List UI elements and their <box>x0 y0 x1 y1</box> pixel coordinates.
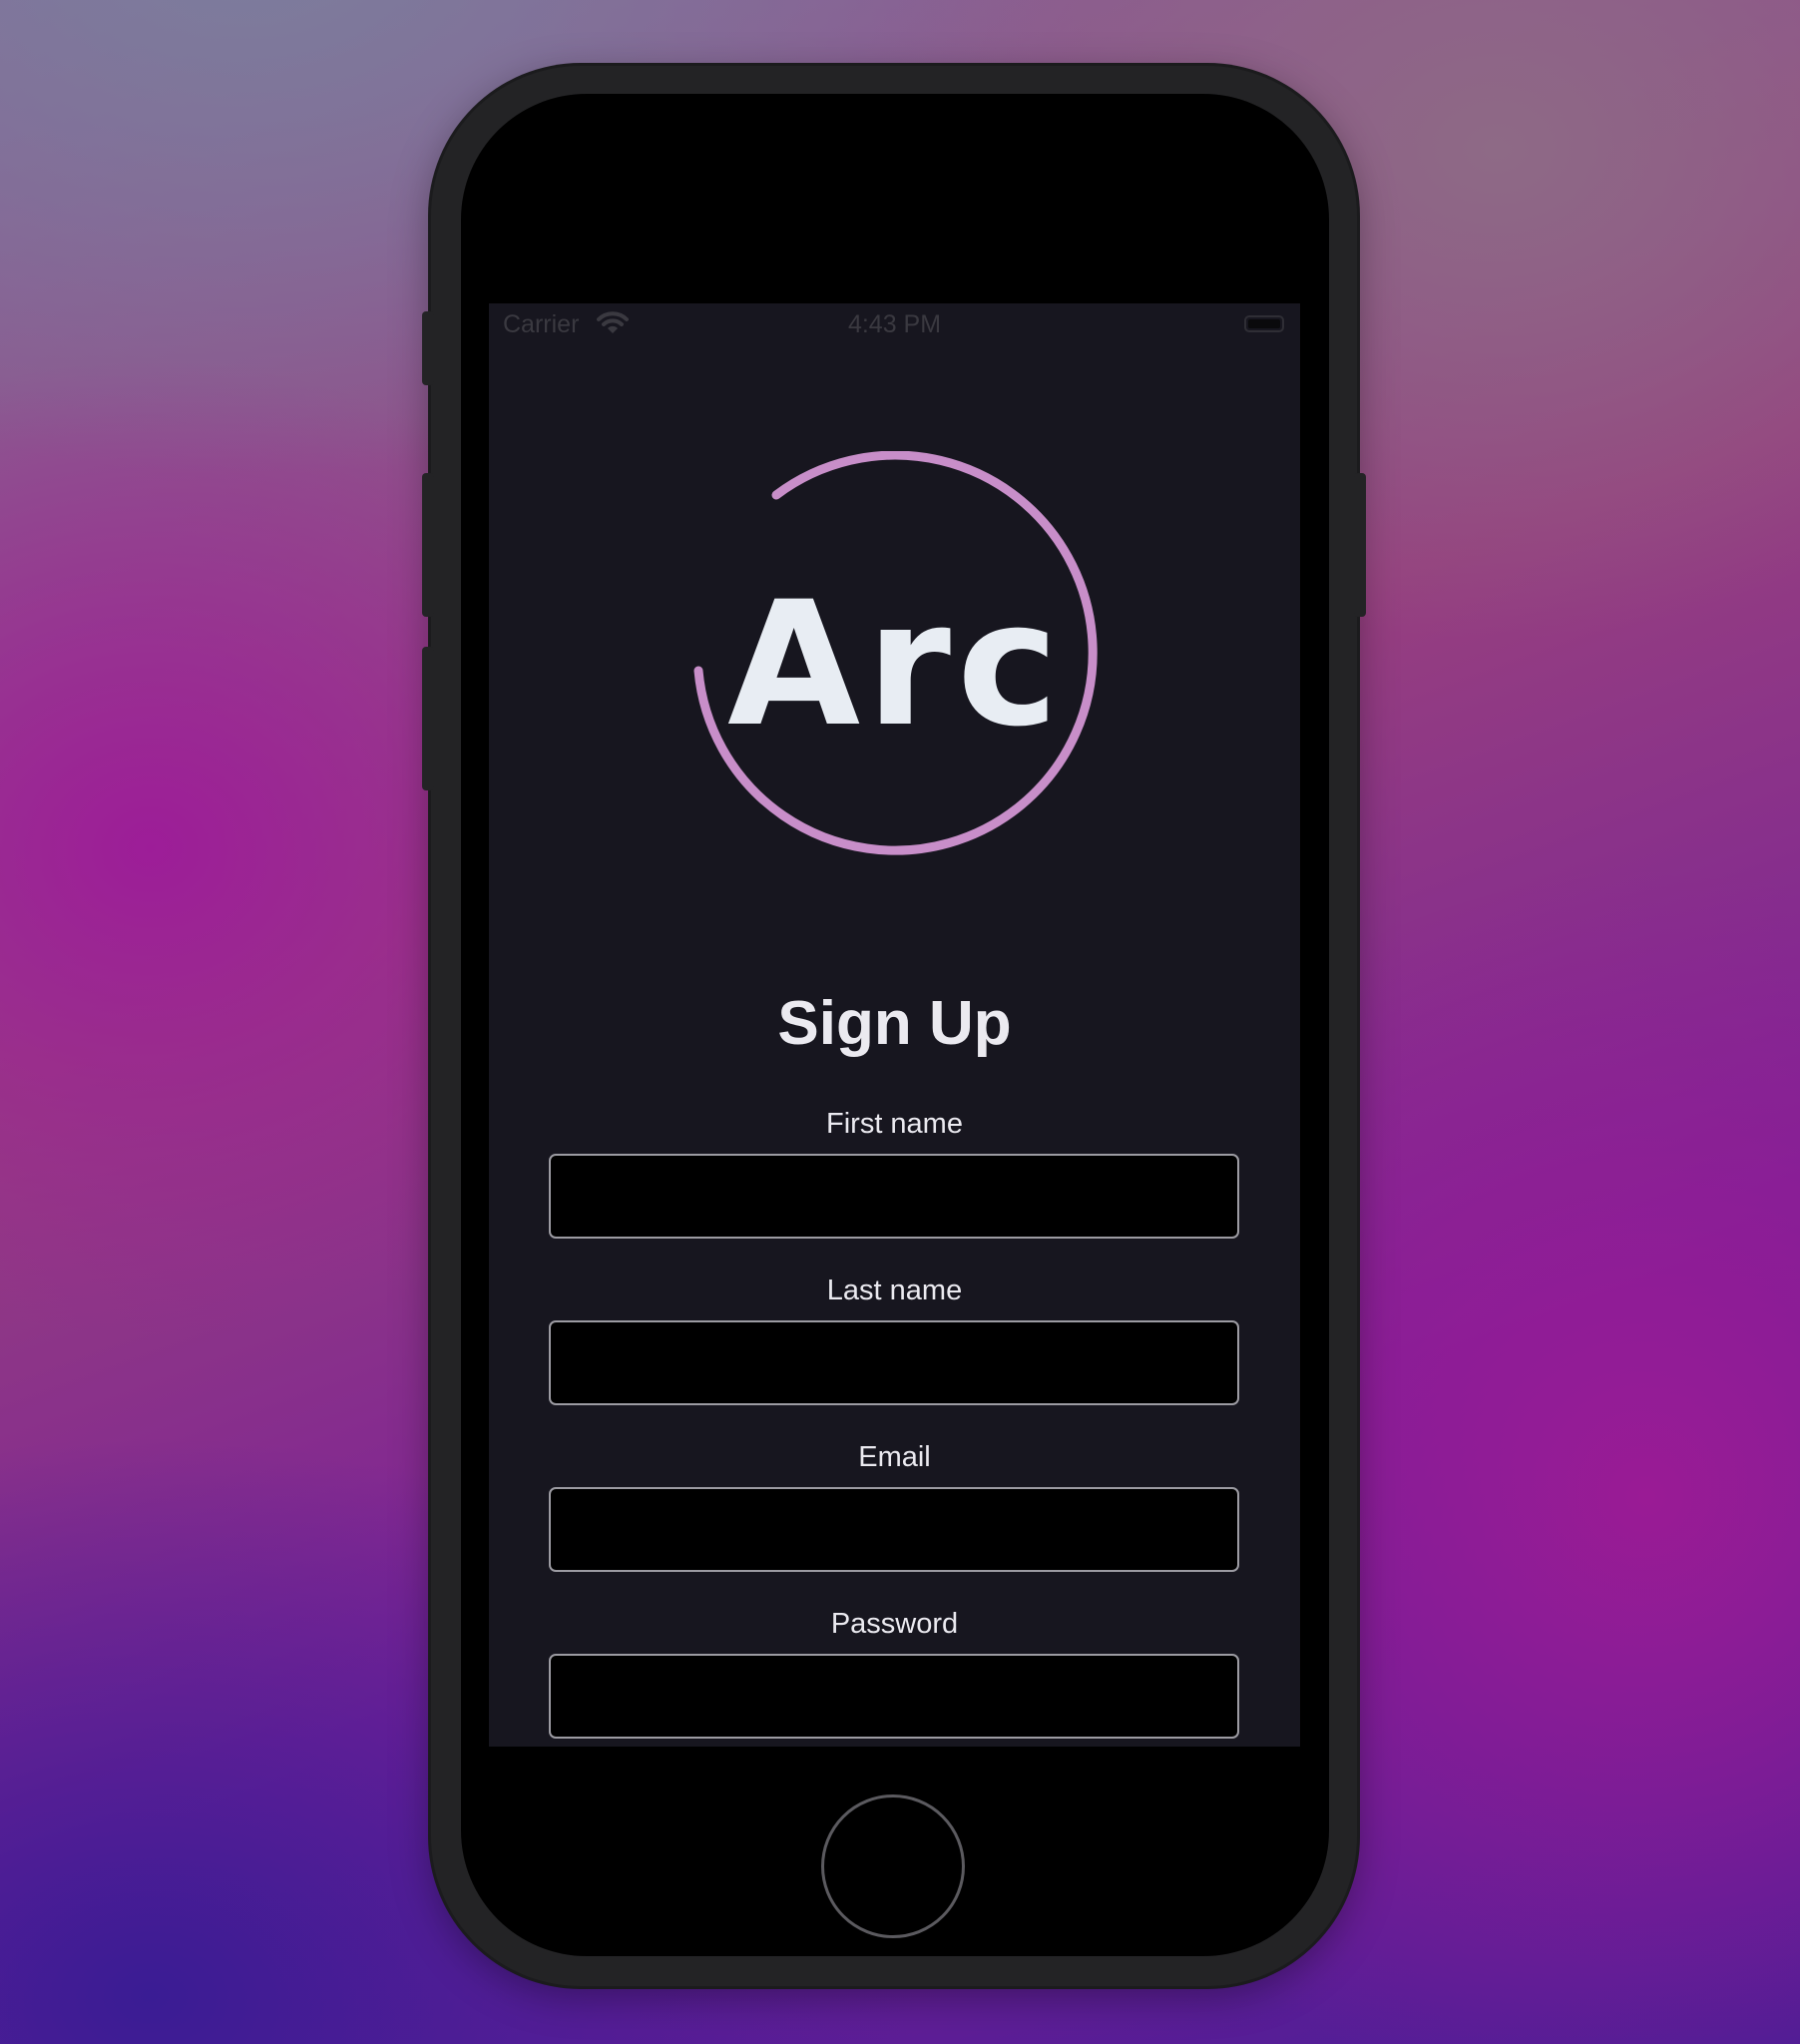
password-field[interactable] <box>549 1654 1239 1739</box>
last-name-field[interactable] <box>549 1320 1239 1405</box>
silent-switch <box>422 311 434 385</box>
email-field[interactable] <box>549 1487 1239 1572</box>
volume-down-button[interactable] <box>422 647 434 790</box>
power-button[interactable] <box>1354 473 1366 617</box>
page-title: Sign Up <box>777 989 1012 1058</box>
arc-logo: Arc <box>686 450 1106 870</box>
password-label: Password <box>830 1608 959 1640</box>
first-name-field[interactable] <box>549 1154 1239 1239</box>
last-name-label: Last name <box>826 1275 963 1306</box>
email-label: Email <box>858 1441 931 1473</box>
first-name-label: First name <box>826 1108 963 1140</box>
volume-up-button[interactable] <box>422 473 434 617</box>
status-time: 4:43 PM <box>847 310 942 338</box>
status-bar: Carrier 4:43 PM <box>489 303 1300 347</box>
home-button[interactable] <box>821 1794 965 1938</box>
battery-icon <box>1244 315 1284 332</box>
logo-text: Arc <box>727 563 1065 765</box>
app-screen: Carrier 4:43 PM Arc Sign Up First name L… <box>489 303 1300 1747</box>
